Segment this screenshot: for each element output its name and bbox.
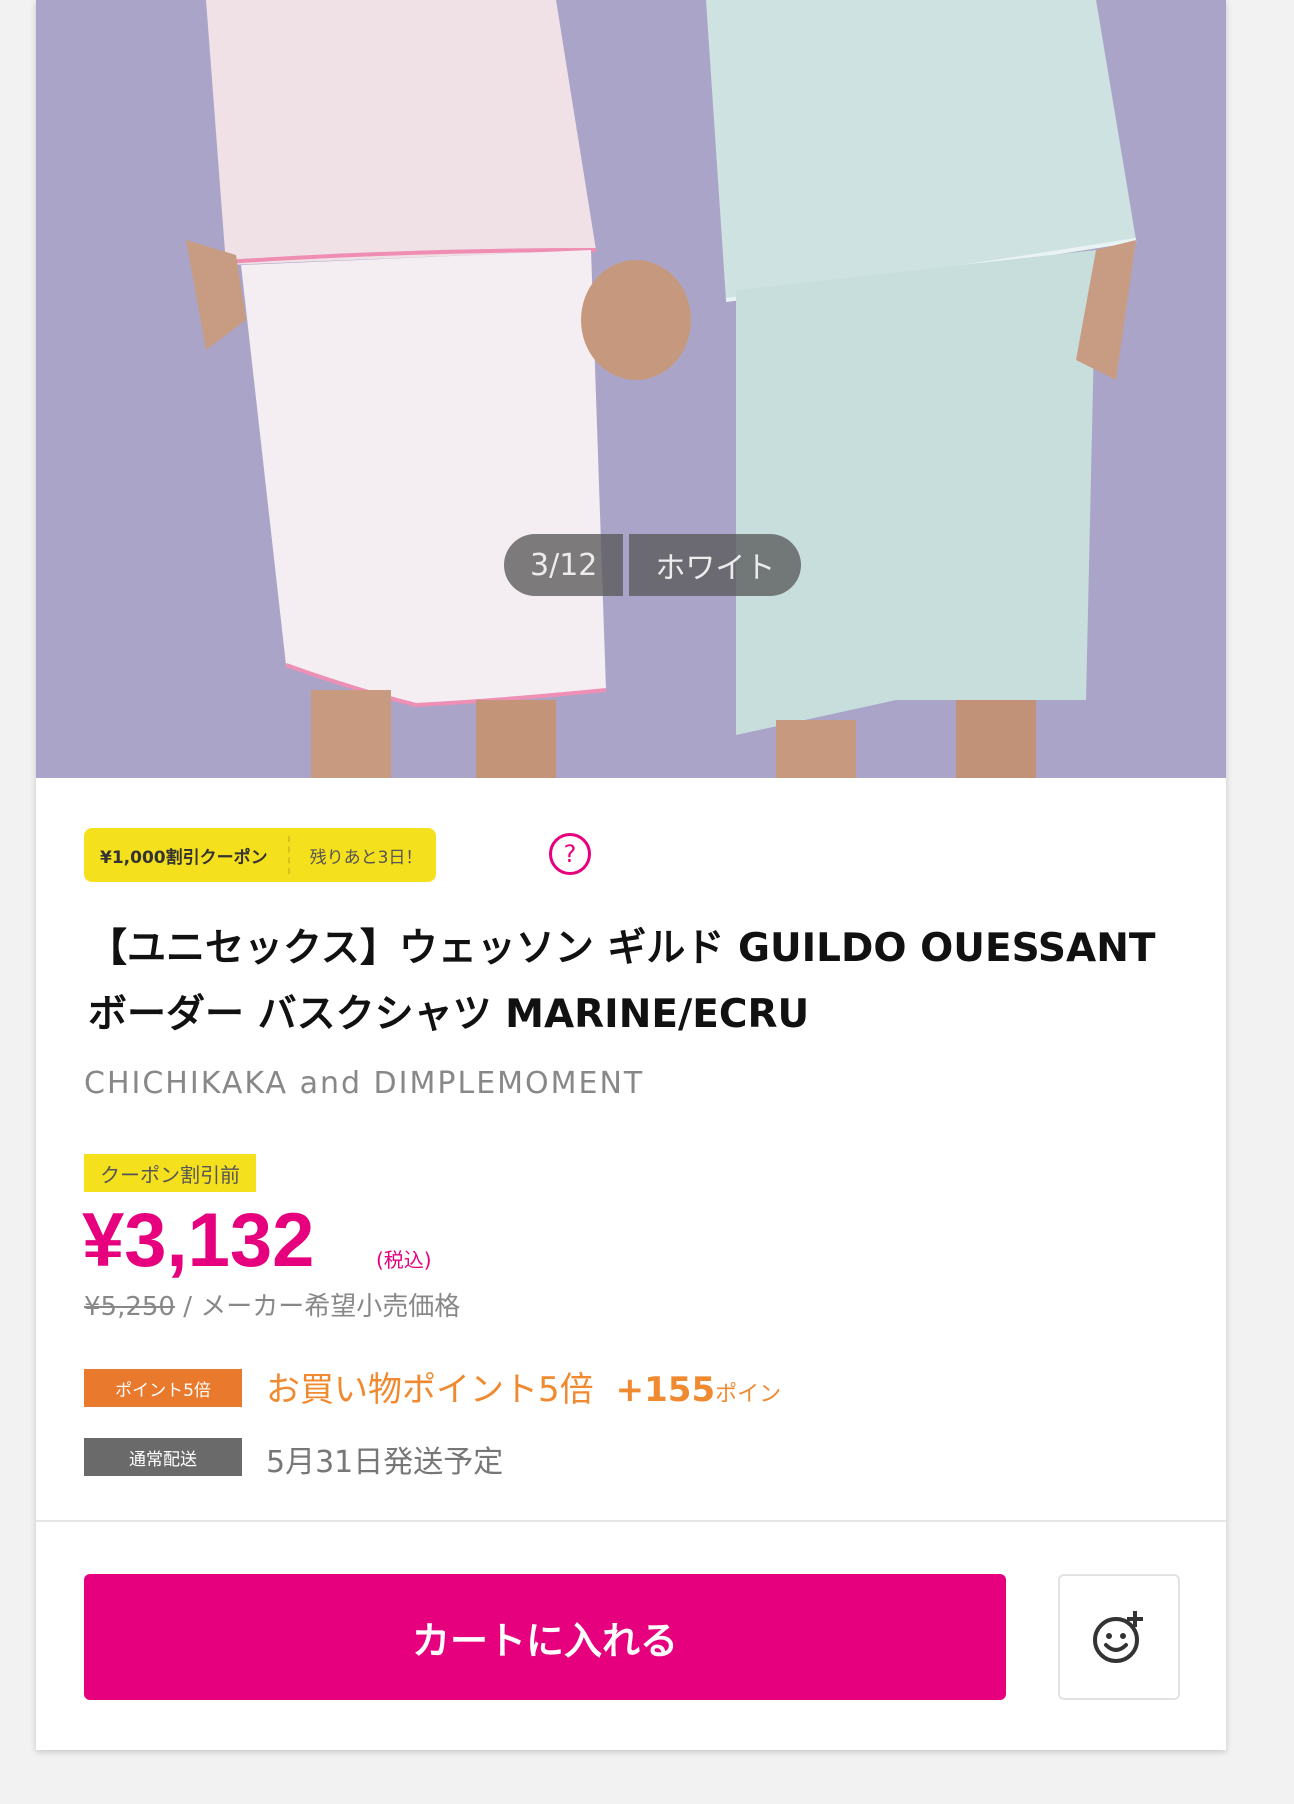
coupon-remaining-label: 残りあと3日！	[309, 847, 423, 868]
coupon-discount-label: ¥1,000割引クーポン	[100, 847, 268, 868]
image-color-label: ホワイト	[629, 534, 802, 596]
product-brand[interactable]: CHICHIKAKA and DIMPLEMOMENT	[84, 1066, 644, 1101]
image-index: 3/12	[504, 534, 624, 596]
points-text: お買い物ポイント5倍	[266, 1370, 594, 1410]
list-price-value: ¥5,250	[84, 1292, 175, 1322]
help-icon[interactable]: ?	[549, 833, 591, 875]
product-title: 【ユニセックス】ウェッソン ギルド GUILDO OUESSANT ボーダー バ…	[88, 926, 1156, 1037]
points-tag: ポイント5倍	[84, 1369, 242, 1407]
price: ¥3,132	[82, 1198, 315, 1283]
points-info: お買い物ポイント5倍 +155ポイン	[266, 1362, 781, 1411]
pre-coupon-label: クーポン割引前	[84, 1154, 256, 1192]
add-to-cart-label: カートに入れる	[411, 1618, 678, 1663]
product-card: 3/12 ホワイト ¥1,000割引クーポン 残りあと3日！ ? 【ユニセックス…	[36, 0, 1226, 1750]
tax-label: (税込)	[376, 1248, 432, 1272]
add-to-cart-button[interactable]: カートに入れる	[84, 1574, 1006, 1700]
favorite-button[interactable]	[1058, 1574, 1180, 1700]
coupon-badge[interactable]: ¥1,000割引クーポン 残りあと3日！	[84, 828, 437, 882]
list-price-suffix: / メーカー希望小売価格	[174, 1292, 461, 1322]
points-plus: +155	[615, 1370, 716, 1410]
points-unit: ポイン	[715, 1382, 782, 1407]
image-counter: 3/12 ホワイト	[504, 534, 802, 596]
smile-plus-icon	[1093, 1611, 1143, 1663]
product-photo	[36, 0, 1226, 778]
list-price: ¥5,250 / メーカー希望小売価格	[84, 1286, 460, 1323]
shipping-text: 5月31日発送予定	[266, 1445, 504, 1480]
product-image[interactable]: 3/12 ホワイト	[36, 0, 1226, 778]
shipping-tag: 通常配送	[84, 1438, 242, 1476]
divider	[36, 1520, 1226, 1522]
